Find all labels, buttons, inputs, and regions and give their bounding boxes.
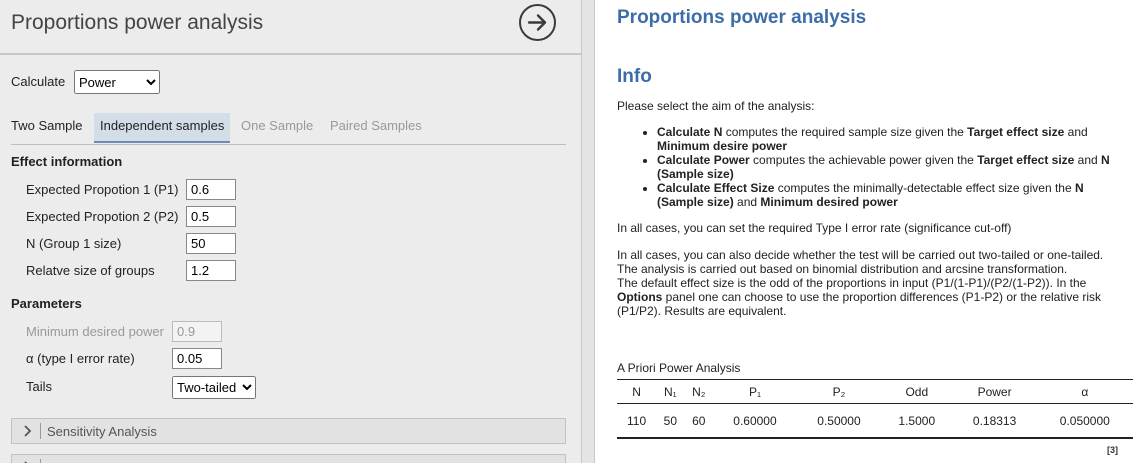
arrow-right-icon[interactable]	[519, 4, 556, 41]
info-paragraph-2: In all cases, you can also decide whethe…	[617, 248, 1104, 318]
table-cell: 60	[684, 403, 713, 439]
column-header: N₁	[656, 379, 685, 404]
column-header: Power	[952, 379, 1037, 404]
sensitivity-analysis-label: Sensitivity Analysis	[47, 424, 157, 439]
p1-label: Expected Propotion 1 (P1)	[26, 182, 179, 197]
table-cell: 0.050000	[1036, 403, 1133, 439]
column-header: N	[617, 379, 657, 404]
table-cell: 0.50000	[796, 403, 881, 439]
info-heading: Info	[617, 66, 652, 87]
panel-splitter[interactable]	[581, 0, 595, 463]
column-header: Odd	[880, 379, 953, 404]
table-cell: 0.60000	[712, 403, 797, 439]
column-header: N₂	[684, 379, 713, 404]
table-cell: 110	[617, 403, 657, 439]
tab-independent-samples[interactable]: Independent samples	[94, 113, 231, 143]
ratio-label: Relatve size of groups	[26, 263, 155, 278]
info-paragraph-1: In all cases, you can set the required T…	[617, 221, 1012, 235]
chevron-right-icon	[24, 425, 32, 437]
options-panel: Proportions power analysis Calculate Pow…	[0, 0, 581, 463]
expander-divider	[40, 423, 41, 439]
power-analysis-table: N N₁ N₂ P₁ P₂ Odd Power α 110 50 60 0.60…	[617, 379, 1133, 439]
n-input[interactable]	[186, 233, 236, 254]
column-header: P₂	[796, 379, 881, 404]
p2-label: Expected Propotion 2 (P2)	[26, 209, 179, 224]
p1-input[interactable]	[186, 179, 236, 200]
results-title: Proportions power analysis	[617, 7, 867, 28]
list-item: Calculate N computes the required sample…	[657, 125, 1132, 153]
tails-select[interactable]: Two-tailed	[172, 376, 256, 399]
table-header-row: N N₁ N₂ P₁ P₂ Odd Power α	[617, 379, 1133, 404]
tab-two-sample[interactable]: Two Sample	[11, 113, 83, 141]
table-cell: 0.18313	[952, 403, 1037, 439]
expander-divider	[40, 459, 41, 463]
info-intro: Please select the aim of the analysis:	[617, 99, 815, 113]
ratio-input[interactable]	[186, 260, 236, 281]
options-header: Proportions power analysis	[0, 0, 581, 55]
parameters-heading: Parameters	[11, 296, 82, 311]
column-header: P₁	[712, 379, 797, 404]
power-input[interactable]	[172, 321, 222, 342]
p2-input[interactable]	[186, 206, 236, 227]
analysis-tabs: Two Sample Independent samples One Sampl…	[11, 113, 566, 145]
effect-information-heading: Effect information	[11, 154, 123, 169]
sensitivity-analysis-expander[interactable]: Sensitivity Analysis	[11, 418, 566, 444]
alpha-label: α (type I error rate)	[26, 351, 135, 366]
calculate-label: Calculate	[11, 74, 66, 89]
results-panel: Proportions power analysis Info Please s…	[595, 0, 1142, 463]
table-footnote: [3]	[1107, 445, 1118, 455]
power-label: Minimum desired power	[26, 324, 164, 339]
table-title: A Priori Power Analysis	[617, 361, 741, 375]
table-cell: 1.5000	[880, 403, 953, 439]
info-text: Please select the aim of the analysis: C…	[617, 99, 1132, 318]
aim-list: Calculate N computes the required sample…	[617, 125, 1132, 209]
alpha-input[interactable]	[172, 348, 222, 369]
list-item: Calculate Power computes the achievable …	[657, 153, 1132, 181]
list-item: Calculate Effect Size computes the minim…	[657, 181, 1132, 209]
options-title: Proportions power analysis	[11, 11, 264, 34]
tab-paired-samples[interactable]: Paired Samples	[330, 113, 422, 141]
table-row: 110 50 60 0.60000 0.50000 1.5000 0.18313…	[617, 403, 1133, 439]
tails-label: Tails	[26, 379, 53, 394]
calculate-select[interactable]: Power	[74, 70, 160, 94]
column-header: α	[1036, 379, 1133, 404]
tab-one-sample[interactable]: One Sample	[241, 113, 313, 141]
next-expander[interactable]	[11, 454, 566, 463]
n-label: N (Group 1 size)	[26, 236, 122, 251]
table-cell: 50	[656, 403, 685, 439]
